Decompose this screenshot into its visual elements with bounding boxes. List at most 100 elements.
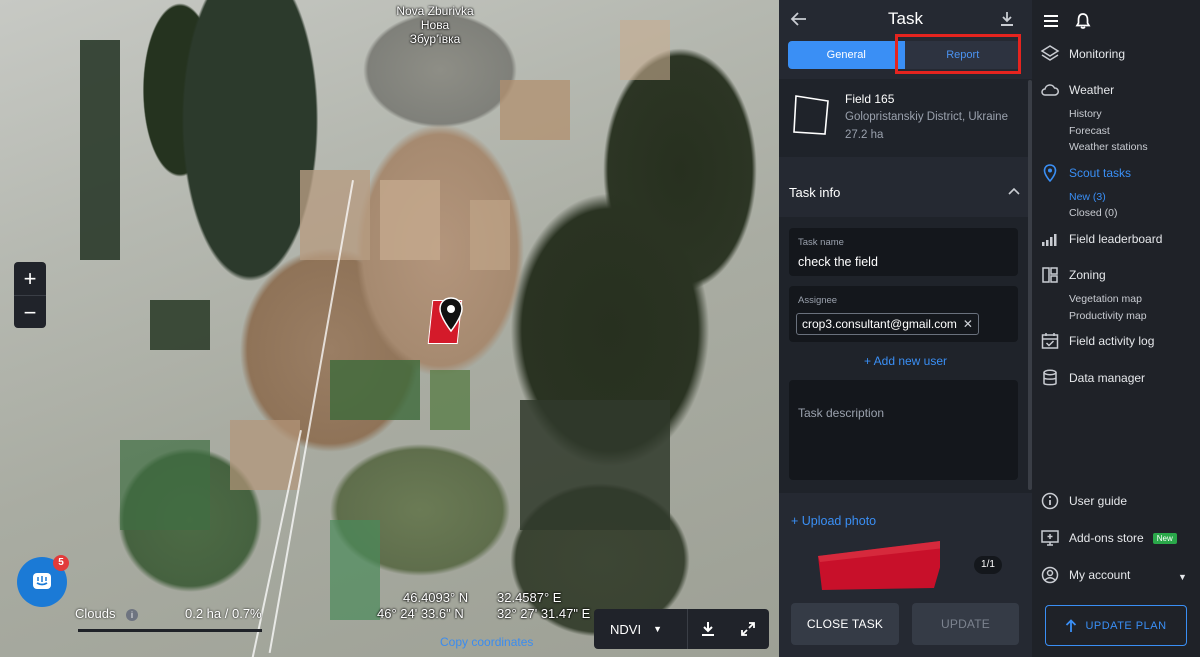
task-name-label: Task name [798, 237, 844, 248]
update-plan-label: UPDATE PLAN [1085, 619, 1167, 632]
nav-scout-tasks[interactable]: Scout tasks [1040, 163, 1131, 183]
place-label-en: Nova Zburivka [396, 4, 474, 18]
assignee-chip: crop3.consultant@gmail.com ✕ [796, 313, 979, 335]
bell-icon[interactable] [1074, 12, 1092, 30]
nav-weather-forecast[interactable]: Forecast [1069, 125, 1110, 137]
nav-label: Field leaderboard [1069, 232, 1163, 246]
task-description-placeholder: Task description [798, 406, 885, 420]
panel-title: Task [888, 9, 923, 28]
zoom-in-button[interactable]: + [14, 262, 46, 295]
task-name-value: check the field [798, 255, 878, 269]
assignee-label: Assignee [798, 295, 838, 306]
add-new-user-link[interactable]: + Add new user [779, 354, 1032, 368]
task-name-field[interactable]: Task name check the field [789, 228, 1018, 276]
field-area: 27.2 ha [845, 129, 884, 141]
info-icon[interactable]: i [126, 609, 138, 621]
nav-field-activity-log[interactable]: Field activity log [1040, 331, 1154, 351]
field-card[interactable]: Field 165 Golopristanskiy District, Ukra… [779, 79, 1032, 157]
cloud-icon [1040, 80, 1060, 100]
assignee-email: crop3.consultant@gmail.com [802, 317, 957, 331]
layer-select-value: NDVI [610, 621, 642, 637]
location-pin-icon [1040, 163, 1060, 183]
nav-label: Zoning [1069, 268, 1106, 282]
database-icon [1040, 368, 1060, 388]
store-icon [1040, 528, 1060, 548]
nav-label: Scout tasks [1069, 166, 1132, 180]
lat-dms: 46° 24' 33.6" N [377, 606, 464, 621]
lon-dms: 32° 27' 31.47" E [497, 606, 591, 621]
nav-weather-history[interactable]: History [1069, 108, 1102, 120]
account-icon [1040, 565, 1060, 585]
nav-label: Field activity log [1069, 334, 1155, 348]
nav-label: Data manager [1069, 371, 1146, 385]
section-title: Task info [789, 185, 841, 200]
layer-select[interactable]: NDVI ▼ [594, 609, 688, 649]
remove-assignee-icon[interactable]: ✕ [963, 317, 973, 331]
download-icon [702, 622, 714, 636]
map-pin-icon[interactable] [438, 297, 464, 333]
photo-thumbnail[interactable] [816, 538, 940, 594]
nav-field-leaderboard[interactable]: Field leaderboard [1040, 229, 1162, 249]
nav-label: User guide [1069, 494, 1128, 508]
chevron-up-icon [1008, 187, 1020, 195]
clouds-bar [78, 629, 262, 632]
field-location: Golopristanskiy District, Ukraine [845, 111, 1008, 123]
info-circle-icon [1040, 491, 1060, 511]
nav-scout-closed[interactable]: Closed (0) [1069, 207, 1117, 219]
tab-report[interactable]: Report [904, 41, 1021, 69]
download-map-button[interactable] [688, 609, 728, 649]
lon-decimal: 32.4587° E [497, 590, 562, 605]
photo-count: 1/1 [974, 556, 1002, 574]
nav-top [1042, 12, 1102, 32]
caret-down-icon: ▼ [653, 624, 662, 634]
layers-icon [1040, 44, 1060, 64]
copy-coordinates-link[interactable]: Copy coordinates [440, 635, 533, 649]
nav-scout-new[interactable]: New (3) [1069, 191, 1106, 203]
update-plan-button[interactable]: UPDATE PLAN [1045, 605, 1187, 646]
nav-zoning[interactable]: Zoning [1040, 265, 1106, 285]
nav-my-account[interactable]: My account [1040, 565, 1130, 585]
clouds-value: 0.2 ha / 0.7% [185, 606, 262, 621]
menu-icon[interactable] [1042, 12, 1060, 30]
field-name: Field 165 [845, 92, 895, 106]
task-info-header[interactable]: Task info [779, 167, 1032, 217]
nav-data-manager[interactable]: Data manager [1040, 368, 1145, 388]
chat-badge: 5 [53, 555, 69, 571]
nav-vegetation-map[interactable]: Vegetation map [1069, 293, 1142, 305]
task-actions: CLOSE TASK UPDATE [779, 603, 1032, 645]
clouds-label: Clouds [75, 606, 116, 621]
nav-weather-stations[interactable]: Weather stations [1069, 141, 1148, 153]
field-shape-icon [793, 95, 829, 135]
update-button[interactable]: UPDATE [912, 603, 1019, 645]
nav-productivity-map[interactable]: Productivity map [1069, 310, 1147, 322]
place-label: Nova Zburivka Нова Збур'ївка [380, 4, 490, 46]
zoom-control: + − [14, 262, 46, 328]
upload-photo-link[interactable]: + Upload photo [791, 514, 876, 528]
tab-general[interactable]: General [788, 41, 905, 69]
zoning-icon [1040, 265, 1060, 285]
layer-toolbar: NDVI ▼ [594, 609, 769, 649]
fullscreen-icon [741, 622, 755, 636]
zoom-out-button[interactable]: − [14, 295, 46, 328]
chat-icon [33, 573, 51, 589]
main-nav: Monitoring Weather History Forecast Weat… [1032, 0, 1200, 657]
nav-user-guide[interactable]: User guide [1040, 491, 1127, 511]
nav-label: Add-ons store [1069, 531, 1144, 545]
nav-weather[interactable]: Weather [1040, 80, 1114, 100]
panel-header: Task [779, 0, 1032, 40]
assignee-field[interactable]: Assignee crop3.consultant@gmail.com ✕ [789, 286, 1018, 342]
close-task-button[interactable]: CLOSE TASK [791, 603, 899, 645]
fullscreen-button[interactable] [728, 609, 768, 649]
task-description-field[interactable]: Task description [789, 380, 1018, 480]
satellite-map[interactable]: Nova Zburivka Нова Збур'ївка + − 5 Cloud… [0, 0, 779, 657]
arrow-up-icon [1066, 618, 1077, 632]
download-icon[interactable] [999, 11, 1015, 27]
place-label-local-1: Нова [420, 18, 450, 32]
nav-addons-store[interactable]: Add-ons store New [1040, 528, 1177, 548]
calendar-check-icon [1040, 331, 1060, 351]
caret-down-icon[interactable]: ▼ [1178, 572, 1187, 582]
nav-label: Monitoring [1069, 47, 1126, 61]
nav-monitoring[interactable]: Monitoring [1040, 44, 1125, 64]
new-badge: New [1152, 532, 1177, 544]
nav-label: Weather [1069, 83, 1115, 97]
